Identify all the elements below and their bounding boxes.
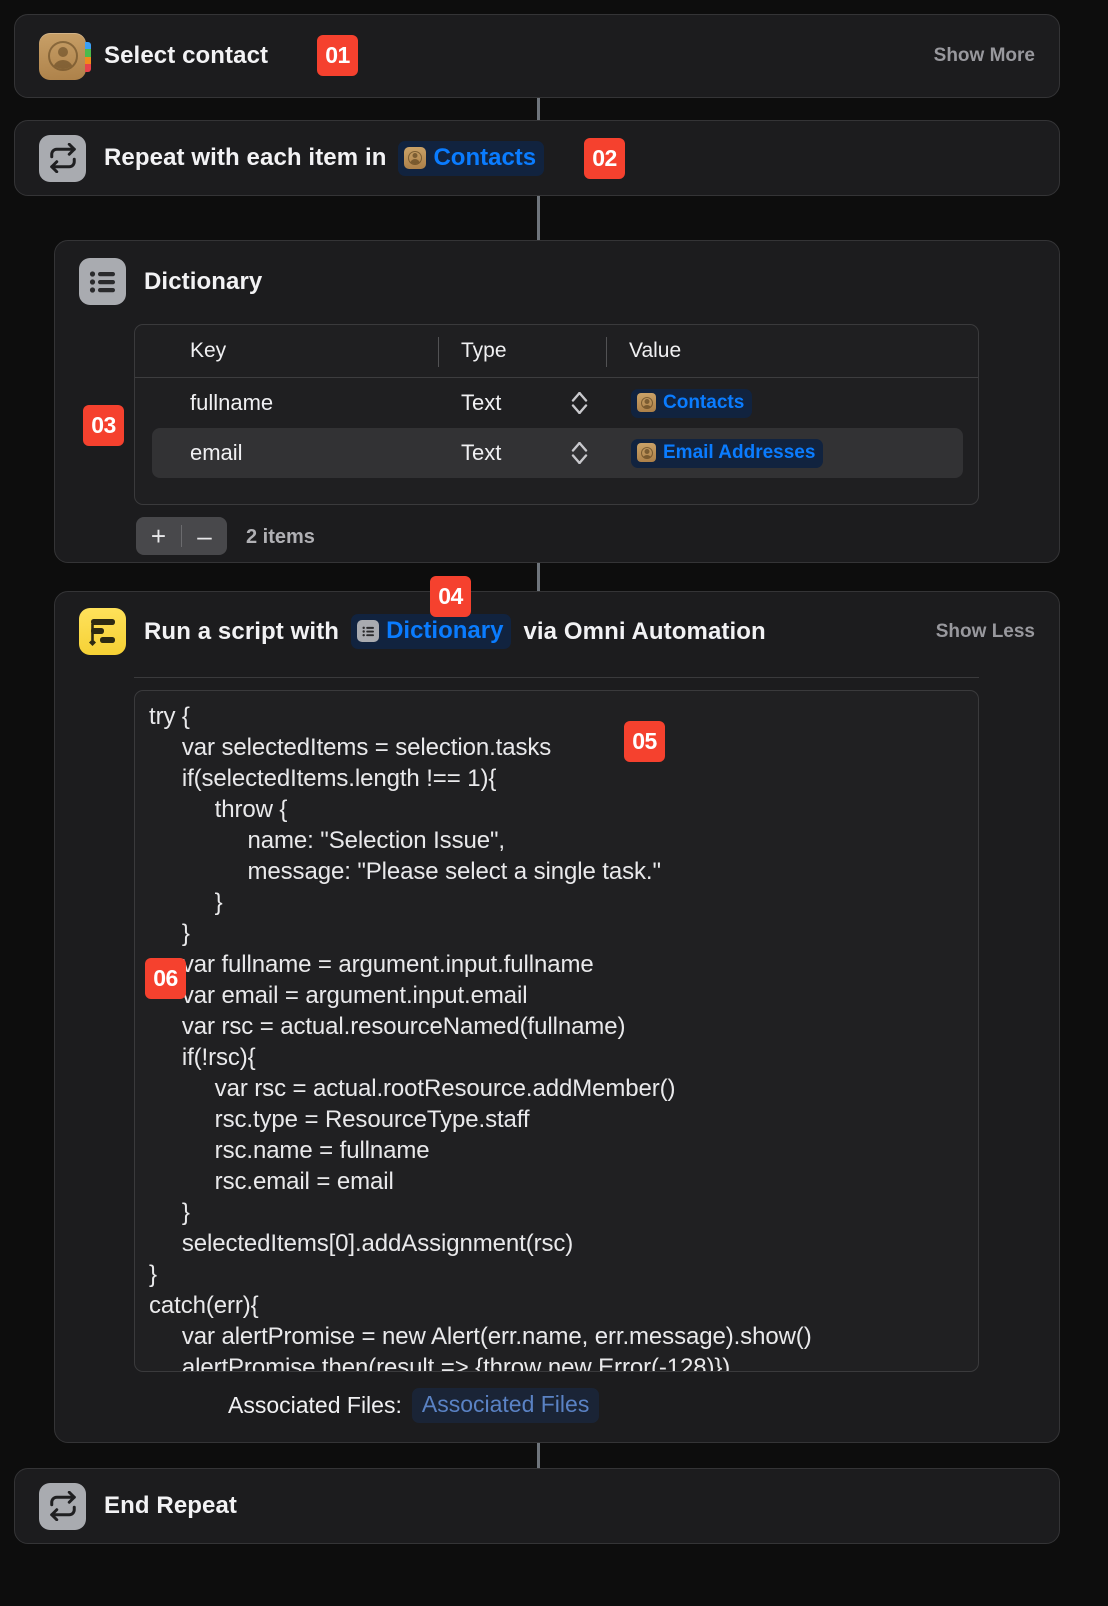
- action-card-dictionary[interactable]: Dictionary Key Type Value fullname Text: [54, 240, 1060, 563]
- token-contacts[interactable]: Contacts: [398, 140, 545, 176]
- script-code-text[interactable]: try { var selectedItems = selection.task…: [149, 701, 964, 1371]
- remove-item-button[interactable]: –: [182, 517, 227, 555]
- step-badge-04: 04: [430, 576, 471, 617]
- dictionary-table: Key Type Value fullname Text Contacts em…: [134, 324, 979, 505]
- type-stepper[interactable]: [571, 442, 588, 464]
- column-header-type: Type: [461, 339, 507, 362]
- connector-2: [537, 196, 540, 240]
- contacts-icon-tabs: [85, 41, 91, 72]
- action-card-repeat[interactable]: Repeat with each item in Contacts: [14, 120, 1060, 196]
- repeat-icon: [39, 1482, 86, 1530]
- step-badge-02: 02: [584, 138, 625, 179]
- table-row[interactable]: email Text Email Addresses: [152, 428, 963, 478]
- dictionary-table-header: Key Type Value: [135, 325, 978, 378]
- step-badge-05: 05: [624, 721, 665, 762]
- action-title-run-script: Run a script with: [144, 617, 340, 645]
- column-header-key: Key: [190, 339, 227, 362]
- action-title-end-repeat: End Repeat: [104, 1492, 238, 1519]
- item-count-label: 2 items: [246, 526, 315, 548]
- step-badge-01: 01: [317, 35, 358, 76]
- token-label: Contacts: [433, 143, 537, 171]
- contacts-token-icon: [404, 146, 427, 169]
- person-glyph: [47, 41, 78, 71]
- add-item-button[interactable]: +: [136, 517, 181, 555]
- contacts-token-icon: [637, 443, 656, 462]
- column-header-value: Value: [629, 339, 682, 362]
- connector-4: [537, 1443, 540, 1468]
- add-remove-item-control[interactable]: + –: [136, 517, 227, 555]
- action-card-end-repeat[interactable]: End Repeat: [14, 1468, 1060, 1544]
- associated-files-chip[interactable]: Associated Files: [411, 1388, 600, 1423]
- action-card-run-script[interactable]: Run a script with Dictionary via Omni Au…: [54, 591, 1060, 1443]
- action-title-suffix: via Omni Automation: [523, 617, 766, 645]
- cell-key[interactable]: email: [190, 440, 438, 466]
- cell-value-token[interactable]: Email Addresses: [631, 438, 824, 468]
- token-label: Contacts: [663, 391, 745, 413]
- token-label: Dictionary: [386, 617, 504, 644]
- list-token-icon: [357, 620, 380, 642]
- associated-files-label: Associated Files:: [228, 1392, 402, 1418]
- cell-value-token[interactable]: Contacts: [631, 388, 753, 418]
- list-icon: [79, 258, 126, 305]
- show-less-button[interactable]: Show Less: [936, 621, 1035, 643]
- action-card-select-contact[interactable]: Select contact Show More: [14, 14, 1060, 98]
- connector-3: [537, 563, 540, 591]
- action-title-select-contact: Select contact: [104, 42, 269, 69]
- step-badge-06: 06: [145, 958, 186, 999]
- omniplan-script-icon: [79, 608, 126, 655]
- type-stepper[interactable]: [571, 392, 588, 414]
- repeat-icon: [39, 134, 86, 182]
- action-title-dictionary: Dictionary: [144, 267, 263, 295]
- cell-type[interactable]: Text: [461, 390, 571, 416]
- cell-type[interactable]: Text: [461, 440, 571, 466]
- show-more-button[interactable]: Show More: [934, 45, 1035, 67]
- action-title-repeat: Repeat with each item in: [104, 144, 387, 171]
- contacts-app-icon: [39, 32, 91, 80]
- step-badge-03: 03: [83, 405, 124, 446]
- divider: [134, 677, 979, 678]
- cell-key[interactable]: fullname: [190, 390, 438, 416]
- connector-1: [537, 98, 540, 120]
- token-dictionary[interactable]: Dictionary: [351, 614, 512, 649]
- contacts-token-icon: [637, 393, 656, 412]
- shortcuts-workflow-canvas: Select contact Show More 01 Repeat with …: [0, 0, 1108, 1606]
- script-code-editor[interactable]: try { var selectedItems = selection.task…: [134, 690, 979, 1372]
- associated-files-row: Associated Files: Associated Files: [228, 1388, 600, 1423]
- token-label: Email Addresses: [663, 441, 816, 463]
- table-row[interactable]: fullname Text Contacts: [135, 378, 978, 428]
